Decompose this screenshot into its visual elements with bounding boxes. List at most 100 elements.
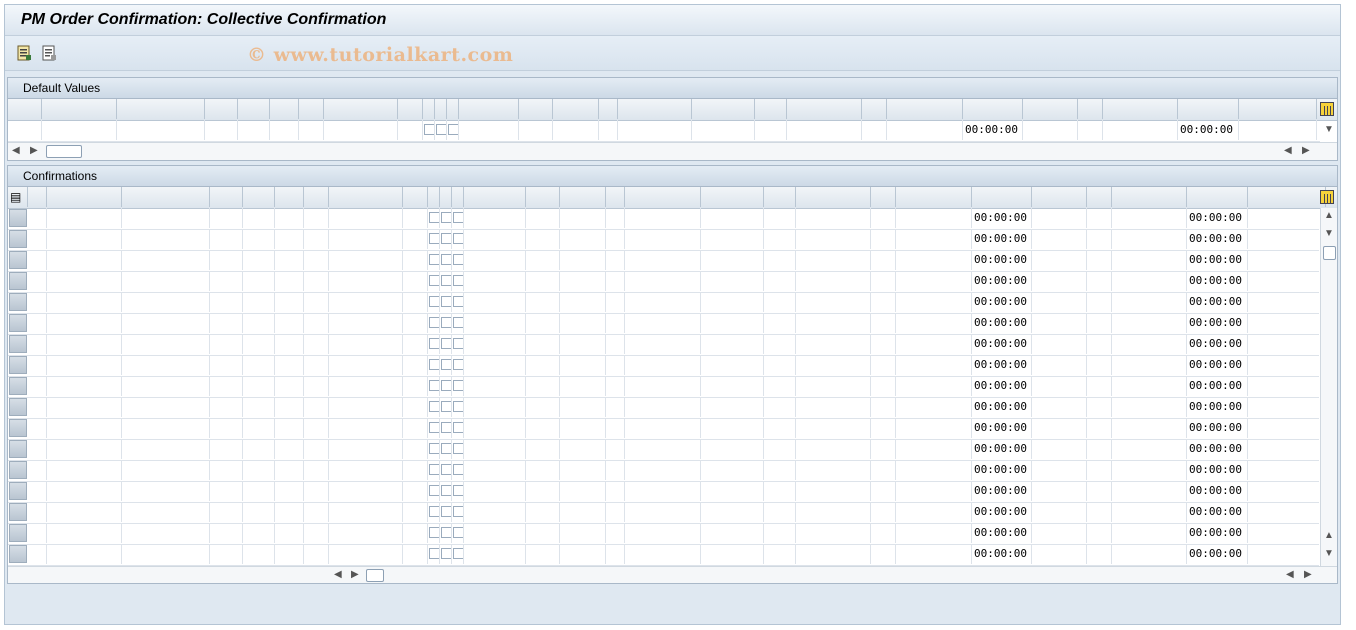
cell-u[interactable] — [871, 502, 896, 522]
column-header-n[interactable] — [447, 99, 459, 119]
cell-s-exec[interactable]: 00:00:00 — [1187, 334, 1248, 354]
cell-rem-work[interactable] — [796, 208, 871, 228]
column-header-s-execution[interactable] — [1112, 187, 1187, 207]
row-selector[interactable] — [9, 440, 27, 458]
checkbox[interactable] — [441, 548, 451, 559]
cell-work-ctr[interactable] — [464, 334, 526, 354]
cell-confirmation[interactable] — [47, 334, 122, 354]
cell-actdur[interactable] — [1032, 313, 1087, 333]
checkbox[interactable] — [453, 296, 463, 307]
cell-a[interactable] — [606, 439, 625, 459]
cell-pers-no[interactable] — [701, 481, 764, 501]
column-header-u[interactable] — [871, 187, 896, 207]
cell-w[interactable] — [764, 418, 796, 438]
cell-actdur[interactable] — [1032, 208, 1087, 228]
scroll-left-icon[interactable]: ◀ — [334, 569, 342, 580]
cell-u[interactable] — [871, 334, 896, 354]
column-header-work-ctr[interactable] — [459, 99, 519, 119]
checkbox[interactable] — [441, 212, 451, 223]
cell-postg-date[interactable] — [625, 481, 701, 501]
cell-w[interactable] — [764, 376, 796, 396]
row-selector[interactable] — [9, 503, 27, 521]
cell-plnt[interactable] — [526, 544, 560, 564]
column-header-postg-date[interactable] — [618, 99, 692, 119]
cell-forecast-e[interactable] — [896, 292, 972, 312]
cell-pers-no[interactable] — [701, 355, 764, 375]
cell-s[interactable] — [304, 313, 329, 333]
cell-act-work[interactable] — [329, 355, 403, 375]
cell-forecas[interactable]: 00:00:00 — [972, 208, 1032, 228]
cell-work-ctr[interactable] — [464, 460, 526, 480]
cell-n[interactable] — [452, 502, 464, 522]
cell-c[interactable] — [440, 334, 452, 354]
cell-order[interactable] — [122, 460, 210, 480]
cell-order[interactable] — [122, 376, 210, 396]
cell-confirmation[interactable] — [47, 523, 122, 543]
checkbox[interactable] — [441, 254, 451, 265]
column-header-w[interactable] — [764, 187, 796, 207]
cell-w[interactable] — [764, 271, 796, 291]
column-header-forecast-e[interactable] — [887, 99, 963, 119]
cell-work-ctr[interactable] — [464, 271, 526, 291]
cell-forecas[interactable]: 00:00:00 — [972, 460, 1032, 480]
cell-act-work[interactable] — [329, 292, 403, 312]
cell-f[interactable] — [428, 523, 440, 543]
cell-actdur[interactable] — [1032, 544, 1087, 564]
checkbox[interactable] — [453, 422, 463, 433]
cell-pers-no[interactable] — [701, 523, 764, 543]
cell-a[interactable] — [606, 418, 625, 438]
cell-u[interactable] — [1087, 229, 1112, 249]
checkbox[interactable] — [441, 485, 451, 496]
cell-n[interactable] — [452, 292, 464, 312]
cell-s-exec[interactable]: 00:00:00 — [1187, 544, 1248, 564]
checkbox[interactable] — [453, 548, 463, 559]
cell-s[interactable] — [304, 481, 329, 501]
checkbox[interactable] — [429, 548, 439, 559]
cell-e-execution[interactable] — [1248, 313, 1326, 333]
cell-s[interactable] — [304, 418, 329, 438]
cell-f[interactable] — [423, 120, 435, 140]
cell-postg-date[interactable] — [625, 376, 701, 396]
cell-su[interactable] — [243, 523, 275, 543]
row-selector[interactable] — [9, 293, 27, 311]
cell-su[interactable] — [243, 460, 275, 480]
cell-s-exec[interactable]: 00:00:00 — [1187, 418, 1248, 438]
cell-act-work[interactable] — [329, 250, 403, 270]
cell-su[interactable] — [243, 418, 275, 438]
cell-plnt[interactable] — [526, 481, 560, 501]
row-selector[interactable] — [9, 377, 27, 395]
column-header-c[interactable] — [28, 187, 47, 207]
cell-act-work[interactable] — [329, 334, 403, 354]
checkbox[interactable] — [429, 485, 439, 496]
cell-work-ctr[interactable] — [464, 376, 526, 396]
checkbox[interactable] — [448, 124, 458, 135]
cell-c[interactable] — [28, 313, 47, 333]
cell-forecas[interactable]: 00:00:00 — [972, 418, 1032, 438]
cell-forecas[interactable]: 00:00:00 — [972, 481, 1032, 501]
cell-work-ctr[interactable] — [464, 502, 526, 522]
cell-su[interactable] — [243, 313, 275, 333]
cell-s-exec[interactable]: 00:00:00 — [1187, 502, 1248, 522]
cell-e-execution[interactable] — [1248, 376, 1326, 396]
cell-op[interactable] — [210, 481, 243, 501]
checkbox[interactable] — [453, 317, 463, 328]
cell-forecast-e[interactable] — [896, 544, 972, 564]
cell-forecast-e[interactable] — [896, 334, 972, 354]
cell-f[interactable] — [428, 460, 440, 480]
cell-op[interactable] — [210, 418, 243, 438]
cell-forecast-e[interactable] — [896, 460, 972, 480]
cell-e-execution[interactable] — [1248, 229, 1326, 249]
cell-s-execution[interactable] — [1112, 229, 1187, 249]
cell-pers-no[interactable] — [701, 208, 764, 228]
cell-plnt[interactable] — [526, 376, 560, 396]
checkbox[interactable] — [429, 212, 439, 223]
cell-s-execution[interactable] — [1112, 544, 1187, 564]
cell-a[interactable] — [606, 502, 625, 522]
cell-rem-work[interactable] — [796, 355, 871, 375]
cell-aty[interactable] — [560, 355, 606, 375]
cell-rem-work[interactable] — [796, 334, 871, 354]
cell-w[interactable] — [764, 502, 796, 522]
cell-s[interactable] — [304, 502, 329, 522]
cell-forecas[interactable]: 00:00:00 — [972, 271, 1032, 291]
cell-e-execution[interactable] — [1239, 120, 1317, 140]
